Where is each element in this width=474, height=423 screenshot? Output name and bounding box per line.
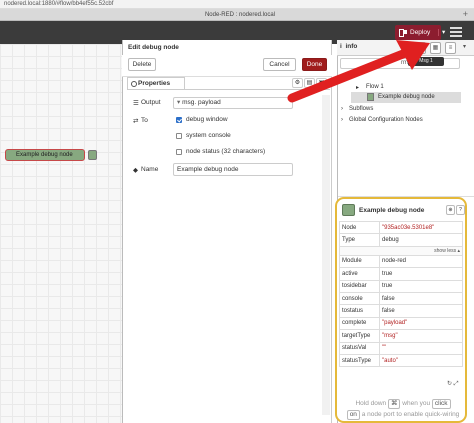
property-value: false — [379, 304, 463, 318]
tag-icon: ◆ — [133, 167, 138, 174]
sidebar-menu-caret-icon[interactable]: ▾ — [459, 42, 470, 54]
deploy-icon — [399, 29, 407, 38]
property-row: statusType "auto" — [339, 353, 463, 368]
new-tab-button[interactable]: + — [463, 9, 468, 19]
property-key: statusType — [339, 353, 380, 368]
property-row: Module node-red — [339, 254, 463, 269]
info-footer-icons: ↻ ⤢ — [447, 380, 463, 389]
property-row: Node "935ac03e.5301e8" — [339, 220, 463, 235]
property-key: targetType — [339, 329, 380, 343]
property-row: console false — [339, 291, 463, 306]
property-value: "msg" — [379, 329, 463, 343]
tray-title: Edit debug node — [128, 44, 179, 51]
address-bar[interactable]: nodered.local:1880/#flow/bb4ef55c.52cbf — [0, 0, 474, 9]
property-value: "payload" — [379, 316, 463, 331]
tab-properties[interactable]: Properties — [127, 77, 185, 89]
property-value: true — [379, 279, 463, 293]
debug-node-icon — [342, 204, 355, 216]
refresh-icon[interactable]: ↻ — [447, 381, 452, 387]
property-value: "935ac03e.5301e8" — [379, 220, 463, 235]
main-menu-icon[interactable] — [450, 27, 462, 37]
tree-global-config[interactable]: Global Configuration Nodes — [349, 117, 423, 123]
find-node-icon[interactable]: ⊕ — [446, 205, 455, 215]
debug-toggle-button[interactable] — [88, 150, 97, 160]
hint-text-mid: when you — [402, 400, 431, 407]
system-console-label: system console — [186, 132, 231, 139]
property-key: Node — [339, 220, 380, 235]
output-icon: ☰ — [133, 100, 139, 107]
global-chevron-icon[interactable]: › — [341, 117, 343, 123]
property-value: false — [379, 291, 463, 306]
tray-scrollbar[interactable] — [322, 95, 330, 415]
output-select[interactable]: ▾ msg. payload — [173, 97, 293, 109]
hint-key-click: click — [431, 399, 451, 409]
hint-key-cmd: ⌘ — [387, 399, 401, 409]
property-row: targetType "msg" — [339, 329, 463, 343]
property-row: complete "payload" — [339, 316, 463, 331]
workspace-debug-node[interactable]: Example debug node — [5, 149, 85, 161]
property-row: statusVal "" — [339, 341, 463, 355]
property-key: Type — [339, 233, 380, 247]
deploy-menu-caret[interactable]: ▾ — [438, 29, 446, 36]
info-node-title: Example debug node — [359, 207, 425, 214]
property-key: statusVal — [339, 341, 380, 355]
property-key: console — [339, 291, 380, 306]
output-label: Output — [141, 99, 161, 106]
annotation-arrow-icon — [287, 40, 430, 103]
debug-window-label: debug window — [186, 116, 228, 123]
property-value: true — [379, 267, 463, 281]
hint-text: Hold down — [355, 400, 387, 407]
property-value: debug — [379, 233, 463, 247]
browser-tab[interactable]: Node-RED : nodered.local — [180, 10, 300, 20]
expand-icon[interactable]: ⤢ — [454, 381, 459, 387]
system-console-checkbox[interactable] — [176, 133, 182, 139]
delete-button[interactable]: Delete — [128, 58, 156, 71]
property-row: active true — [339, 267, 463, 281]
node-properties-table: Node "935ac03e.5301e8" Type debug show less … — [339, 220, 463, 368]
name-input[interactable]: Example debug node — [173, 163, 293, 176]
property-row: tostatus false — [339, 304, 463, 318]
show-less-row: show less ▴ — [339, 245, 463, 256]
to-label: To — [141, 117, 148, 124]
config-tab-icon[interactable]: ≡ — [445, 42, 456, 54]
property-key: Module — [339, 254, 380, 269]
show-less-link[interactable]: show less ▴ — [339, 245, 463, 256]
property-value: "" — [379, 341, 463, 355]
node-status-label: node status (32 characters) — [186, 148, 266, 155]
property-value: "auto" — [379, 353, 463, 368]
property-row: tosidebar true — [339, 279, 463, 293]
output-value: msg. payload — [182, 99, 221, 106]
quick-wiring-hint: Hold down ⌘ when you click on a node por… — [343, 398, 463, 420]
property-key: complete — [339, 316, 380, 331]
debug-window-checkbox[interactable] — [176, 117, 182, 123]
node-status-checkbox[interactable] — [176, 149, 182, 155]
name-label: Name — [141, 166, 159, 173]
hint-text-post: a node port to enable quick-wiring — [361, 411, 460, 418]
deploy-label: Deploy — [410, 29, 431, 36]
property-key: tosidebar — [339, 279, 380, 293]
property-key: active — [339, 267, 380, 281]
property-row: Type debug — [339, 233, 463, 247]
property-value: node-red — [379, 254, 463, 269]
hint-key-on: on — [346, 410, 360, 420]
to-icon: ⇄ — [133, 118, 139, 125]
flow-canvas[interactable] — [0, 44, 122, 423]
browser-tab-bar: Node-RED : nodered.local + — [0, 9, 474, 21]
property-key: tostatus — [339, 304, 380, 318]
help-icon[interactable]: ? — [456, 205, 465, 215]
